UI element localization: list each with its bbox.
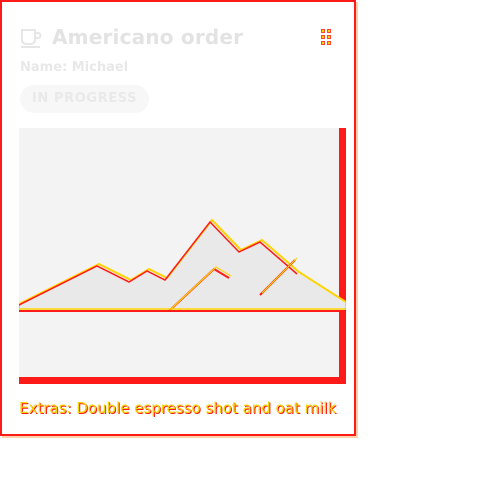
coffee-cup-icon <box>21 29 42 48</box>
card-header: Americano order <box>20 24 340 50</box>
image-placeholder-icon <box>19 128 346 384</box>
status-badge: IN PROGRESS <box>20 85 150 113</box>
card-title: Americano order <box>52 25 244 49</box>
drag-handle-icon[interactable] <box>320 28 332 46</box>
order-extras: Extras: Double espresso shot and oat mil… <box>19 399 337 417</box>
customer-name: Name: Michael <box>20 60 129 75</box>
order-card: Americano order Name: Michael IN PROGRES… <box>0 0 356 436</box>
